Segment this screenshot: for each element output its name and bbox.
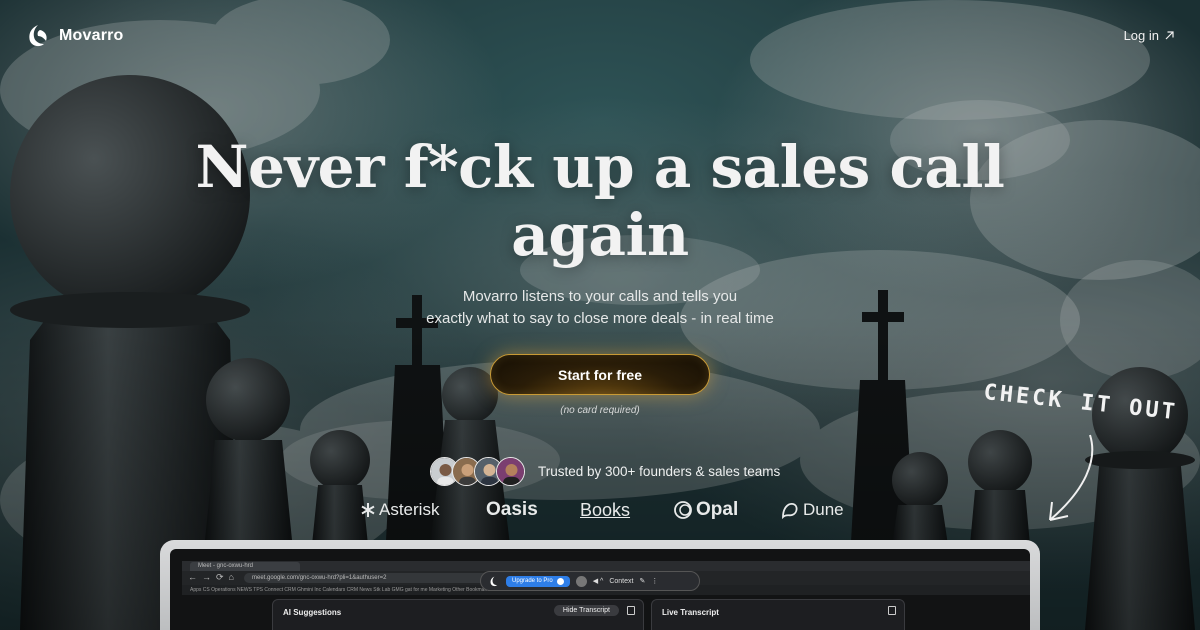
asterisk-icon — [361, 503, 375, 517]
live-transcript-panel: Live Transcript — [651, 599, 905, 630]
logo-opal: Opal — [673, 498, 738, 522]
headline-line-1: Never f*ck up a sales call — [195, 133, 1005, 201]
context-button[interactable]: Context — [609, 578, 633, 585]
arrow-up-right-icon — [1165, 31, 1174, 40]
subtitle-line-2: exactly what to say to close more deals … — [426, 310, 774, 327]
hero-subtitle: Movarro listens to your calls and tells … — [0, 286, 1200, 330]
movarro-logo-icon — [29, 25, 47, 47]
edit-icon[interactable]: ✎ — [639, 577, 645, 585]
dune-icon — [782, 503, 798, 520]
upgrade-to-pro-button[interactable]: Upgrade to Pro — [506, 575, 570, 587]
start-for-free-button[interactable]: Start for free — [490, 354, 710, 395]
headline-line-2: again — [511, 201, 689, 269]
login-label: Log in — [1123, 28, 1159, 43]
logo-oasis: Oasis — [486, 499, 538, 520]
app-preview-screen: Meet - gnc-oxwu-hrd ←→⟳⌂ meet.google.com… — [170, 549, 1030, 630]
customer-logos: Asterisk Oasis Books Opal Dune — [360, 498, 850, 522]
copy-icon[interactable] — [627, 606, 635, 615]
hero-headline: Never f*ck up a sales call again — [0, 133, 1200, 269]
logo-dune: Dune — [780, 498, 844, 522]
browser-tab-bar: Meet - gnc-oxwu-hrd — [182, 561, 1030, 571]
pause-icon[interactable] — [575, 575, 587, 587]
more-icon[interactable]: ⋮ — [651, 577, 658, 585]
logo-books: Books — [580, 499, 631, 520]
customer-avatars — [430, 456, 525, 486]
movarro-toolbar: Upgrade to Pro ◀ ^ Context ✎ ⋮ — [480, 571, 700, 591]
subtitle-line-1: Movarro listens to your calls and tells … — [462, 288, 738, 305]
laptop-mockup: Meet - gnc-oxwu-hrd ←→⟳⌂ meet.google.com… — [160, 540, 1040, 630]
opal-icon — [674, 501, 692, 519]
browser-tab[interactable]: Meet - gnc-oxwu-hrd — [190, 562, 300, 571]
brand-name: Movarro — [59, 27, 124, 44]
volume-icon[interactable]: ◀ ^ — [593, 577, 604, 585]
hide-transcript-button[interactable]: Hide Transcript — [553, 605, 619, 616]
movarro-logo-icon — [490, 575, 498, 586]
brand-logo[interactable]: Movarro — [26, 24, 124, 48]
logo-asterisk: Asterisk — [360, 498, 439, 522]
copy-icon[interactable] — [888, 606, 896, 615]
live-transcript-title: Live Transcript — [662, 608, 719, 617]
avatar — [496, 456, 525, 486]
ai-suggestions-panel: AI Suggestions Hide Transcript — [272, 599, 644, 630]
trusted-text: Trusted by 300+ founders & sales teams — [538, 463, 781, 479]
login-link[interactable]: Log in — [1124, 28, 1175, 43]
browser-nav-icons[interactable]: ←→⟳⌂ — [188, 572, 239, 583]
social-proof: Trusted by 300+ founders & sales teams — [430, 455, 780, 487]
hand-drawn-arrow-icon — [1049, 434, 1094, 521]
upgrade-icon — [556, 577, 564, 585]
